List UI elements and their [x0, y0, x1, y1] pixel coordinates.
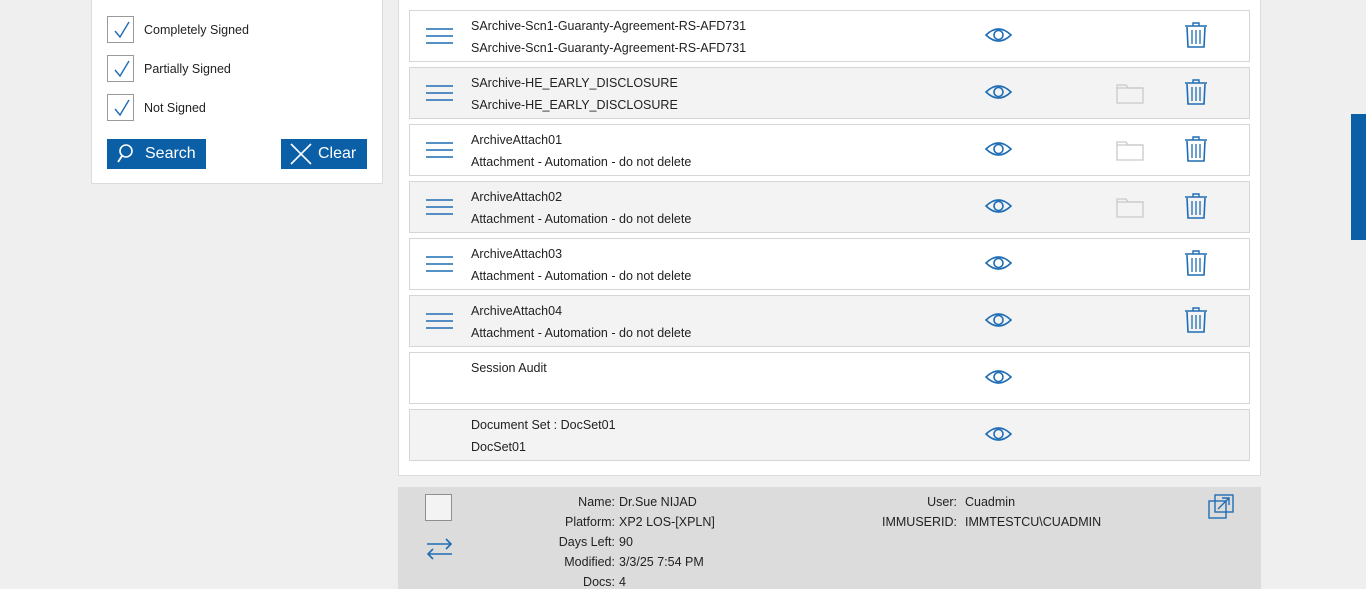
document-subtitle: DocSet01: [471, 440, 526, 454]
checkbox-label: Partially Signed: [144, 61, 231, 76]
immuserid-label: IMMUSERID:: [882, 515, 957, 529]
search-button[interactable]: Search: [107, 139, 206, 169]
checkbox-not-signed[interactable]: [107, 94, 134, 121]
view-eye-icon[interactable]: [985, 424, 1012, 444]
clear-button[interactable]: Clear: [281, 139, 367, 169]
info-user-value: Cuadmin: [965, 495, 1015, 509]
document-title: Document Set : DocSet01: [471, 418, 616, 432]
clear-button-label: Clear: [318, 145, 357, 162]
view-eye-icon[interactable]: [985, 253, 1012, 273]
view-eye-icon[interactable]: [985, 82, 1012, 102]
document-title: ArchiveAttach03: [471, 247, 563, 261]
search-button-label: Search: [145, 145, 196, 162]
document-row[interactable]: SArchive-HE_EARLY_DISCLOSURE SArchive-HE_…: [409, 67, 1250, 119]
info-modified: Modified:: [398, 555, 615, 571]
view-eye-icon[interactable]: [985, 196, 1012, 216]
checkbox-label: Completely Signed: [144, 22, 249, 37]
side-panel-tab[interactable]: [1351, 114, 1366, 240]
document-row[interactable]: ArchiveAttach02 Attachment - Automation -…: [409, 181, 1250, 233]
days-left-label: Days Left:: [558, 535, 615, 549]
immuserid-value: IMMTESTCU\CUADMIN: [965, 515, 1102, 529]
document-row[interactable]: ArchiveAttach01 Attachment - Automation -…: [409, 124, 1250, 176]
drag-handle-icon[interactable]: [426, 255, 453, 273]
info-days-left: Days Left:: [398, 535, 615, 551]
checkbox-partially-signed[interactable]: [107, 55, 134, 82]
search-icon: [117, 144, 133, 163]
document-title: ArchiveAttach02: [471, 190, 563, 204]
info-immuserid-value: IMMTESTCU\CUADMIN: [965, 515, 1101, 529]
filter-not-signed[interactable]: Not Signed: [107, 94, 206, 121]
document-title: SArchive-HE_EARLY_DISCLOSURE: [471, 76, 678, 90]
user-value: Cuadmin: [965, 495, 1016, 509]
document-row[interactable]: Document Set : DocSet01 DocSet01: [409, 409, 1250, 461]
user-label: User:: [927, 495, 957, 509]
document-subtitle: Attachment - Automation - do not delete: [471, 155, 692, 169]
trash-icon[interactable]: [1185, 250, 1207, 276]
document-title: SArchive-Scn1-Guaranty-Agreement-RS-AFD7…: [471, 19, 747, 33]
signature-filter-panel: Completely Signed Partially Signed Not S…: [91, 0, 383, 184]
document-subtitle: SArchive-HE_EARLY_DISCLOSURE: [471, 98, 678, 112]
folder-icon: [1116, 84, 1144, 104]
document-row[interactable]: ArchiveAttach04 Attachment - Automation -…: [409, 295, 1250, 347]
popout-icon[interactable]: [1208, 493, 1235, 520]
document-title: ArchiveAttach01: [471, 133, 563, 147]
checkmark-icon: [114, 21, 130, 39]
document-subtitle: Attachment - Automation - do not delete: [471, 212, 692, 226]
drag-handle-icon[interactable]: [426, 312, 453, 330]
document-subtitle: SArchive-Scn1-Guaranty-Agreement-RS-AFD7…: [471, 41, 747, 55]
view-eye-icon[interactable]: [985, 367, 1012, 387]
checkbox-completely-signed[interactable]: [107, 16, 134, 43]
days-left-value: 90: [619, 535, 633, 549]
trash-icon[interactable]: [1185, 193, 1207, 219]
drag-handle-icon[interactable]: [426, 84, 453, 102]
trash-icon[interactable]: [1185, 307, 1207, 333]
info-days-left-value: 90: [619, 535, 633, 549]
docs-value: 4: [619, 575, 626, 589]
info-modified-value: 3/3/25 7:54 PM: [619, 555, 704, 569]
folder-icon: [1116, 141, 1144, 161]
docs-label: Docs:: [583, 575, 615, 589]
view-eye-icon[interactable]: [985, 310, 1012, 330]
document-title: ArchiveAttach04: [471, 304, 563, 318]
document-row[interactable]: SArchive-Scn1-Guaranty-Agreement-RS-AFD7…: [409, 10, 1250, 62]
drag-handle-icon[interactable]: [426, 141, 453, 159]
drag-handle-icon[interactable]: [426, 27, 453, 45]
modified-label: Modified:: [564, 555, 615, 569]
document-row[interactable]: ArchiveAttach03 Attachment - Automation -…: [409, 238, 1250, 290]
trash-icon[interactable]: [1185, 136, 1207, 162]
document-row[interactable]: Session Audit: [409, 352, 1250, 404]
drag-handle-icon[interactable]: [426, 198, 453, 216]
checkbox-label: Not Signed: [144, 100, 206, 115]
folder-icon: [1116, 198, 1144, 218]
info-user: User:: [398, 495, 957, 511]
document-subtitle: Attachment - Automation - do not delete: [471, 269, 692, 283]
view-eye-icon[interactable]: [985, 139, 1012, 159]
modified-value: 3/3/25 7:54 PM: [619, 555, 704, 569]
checkmark-icon: [114, 99, 130, 117]
close-icon: [290, 143, 312, 165]
info-docs: Docs:: [398, 575, 615, 589]
package-info-panel: Name: Dr.Sue NIJAD Platform: XP2 LOS-[XP…: [398, 487, 1261, 589]
document-title: Session Audit: [471, 361, 547, 375]
document-list-panel: SArchive-Scn1-Guaranty-Agreement-RS-AFD7…: [398, 0, 1261, 476]
trash-icon[interactable]: [1185, 79, 1207, 105]
checkmark-icon: [114, 60, 130, 78]
info-docs-value: 4: [619, 575, 626, 589]
info-immuserid: IMMUSERID:: [398, 515, 957, 531]
view-eye-icon[interactable]: [985, 25, 1012, 45]
filter-completely-signed[interactable]: Completely Signed: [107, 16, 249, 43]
document-subtitle: Attachment - Automation - do not delete: [471, 326, 692, 340]
filter-partially-signed[interactable]: Partially Signed: [107, 55, 231, 82]
trash-icon[interactable]: [1185, 22, 1207, 48]
